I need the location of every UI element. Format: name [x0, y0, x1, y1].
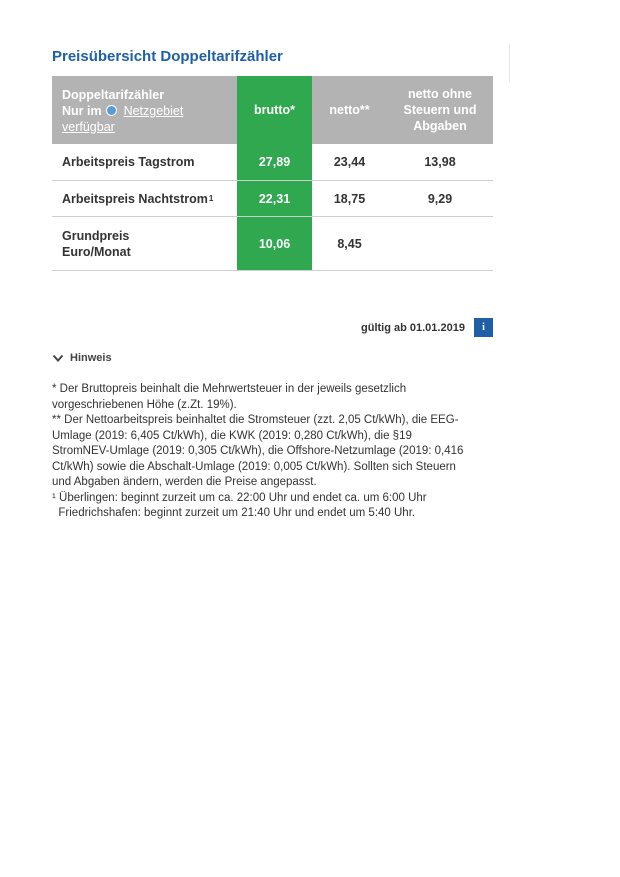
- note-netto: ** Der Nettoarbeitspreis beinhaltet die …: [52, 414, 464, 488]
- header-netto-ohne: netto ohne Steuern und Abgaben: [403, 87, 477, 133]
- globe-icon: [106, 105, 118, 116]
- info-button[interactable]: i: [474, 318, 493, 337]
- brutto-value: 10,06: [237, 217, 312, 270]
- row-label-cell: Grundpreis Euro/Monat: [52, 217, 237, 270]
- row-label-cell: Arbeitspreis Nachtstrom 1: [52, 181, 237, 216]
- chevron-down-icon: [52, 354, 64, 362]
- price-table: Doppeltarifzähler Nur im Netzgebiet verf…: [52, 76, 493, 271]
- header-brutto: brutto*: [237, 76, 312, 144]
- netto-ohne-value: 13,98: [424, 155, 456, 169]
- row-label-unit: Euro/Monat: [62, 244, 131, 259]
- netto-value: 23,44: [333, 155, 366, 169]
- table-row: Arbeitspreis Nachtstrom 1 22,31 18,75 9,2…: [52, 181, 493, 217]
- note-footnote-1: ¹ Überlingen: beginnt zurzeit um ca. 22:…: [52, 491, 427, 504]
- table-row: Arbeitspreis Tagstrom 27,89 23,44 13,98: [52, 144, 493, 181]
- notes: * Der Bruttopreis beinhalt die Mehrwerts…: [52, 382, 472, 522]
- brutto-value: 27,89: [237, 144, 312, 180]
- table-header: Doppeltarifzähler Nur im Netzgebiet verf…: [52, 76, 493, 144]
- hint-label: Hinweis: [70, 352, 112, 364]
- note-footnote-2: Friedrichshafen: beginnt zurzeit um 21:4…: [52, 507, 416, 519]
- footnote-marker: 1: [208, 194, 214, 203]
- divider: [509, 44, 510, 82]
- valid-from-text: gültig ab 01.01.2019: [361, 322, 465, 334]
- hint-toggle[interactable]: Hinweis: [52, 352, 112, 364]
- header-prefix: Nur im: [62, 104, 102, 118]
- page-title: Preisübersicht Doppeltarifzähler: [52, 48, 283, 65]
- netto-value: 18,75: [333, 191, 366, 206]
- brutto-value: 22,31: [237, 181, 312, 216]
- header-tariff-title: Doppeltarifzähler: [62, 88, 165, 102]
- row-label: Arbeitspreis Tagstrom: [62, 155, 195, 169]
- verfuegbar-link[interactable]: verfügbar: [62, 120, 115, 134]
- table-row: Grundpreis Euro/Monat 10,06 8,45: [52, 217, 493, 271]
- row-label: Grundpreis: [62, 228, 130, 243]
- row-label: Arbeitspreis Nachtstrom: [62, 191, 208, 206]
- header-netto: netto**: [329, 103, 370, 117]
- netto-ohne-value: 9,29: [427, 191, 453, 206]
- netto-value: 8,45: [337, 236, 362, 251]
- netto-ohne-value: [387, 217, 493, 270]
- note-brutto: * Der Bruttopreis beinhalt die Mehrwerts…: [52, 383, 407, 411]
- netzgebiet-link[interactable]: Netzgebiet: [124, 104, 184, 118]
- header-tariff-cell: Doppeltarifzähler Nur im Netzgebiet verf…: [52, 76, 237, 144]
